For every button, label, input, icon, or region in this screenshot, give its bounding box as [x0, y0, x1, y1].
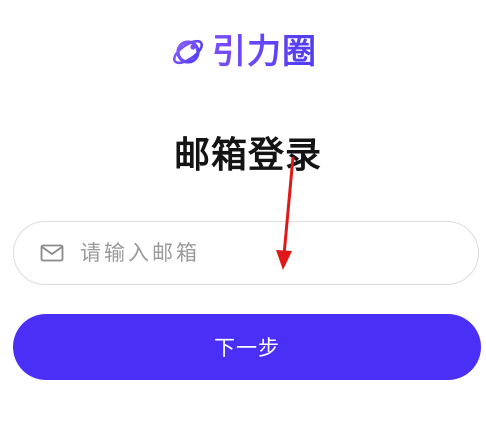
app-logo: 引力圈: [170, 32, 317, 72]
email-input[interactable]: [78, 240, 442, 266]
orbit-logo-icon: [172, 39, 204, 65]
email-field[interactable]: [13, 221, 479, 285]
app-logo-text: 引力圈: [212, 32, 317, 72]
page-title: 邮箱登录: [173, 135, 322, 176]
next-button[interactable]: 下一步: [13, 314, 481, 380]
mail-icon: [40, 244, 64, 262]
login-page: 引力圈 邮箱登录 下一步: [0, 0, 486, 440]
